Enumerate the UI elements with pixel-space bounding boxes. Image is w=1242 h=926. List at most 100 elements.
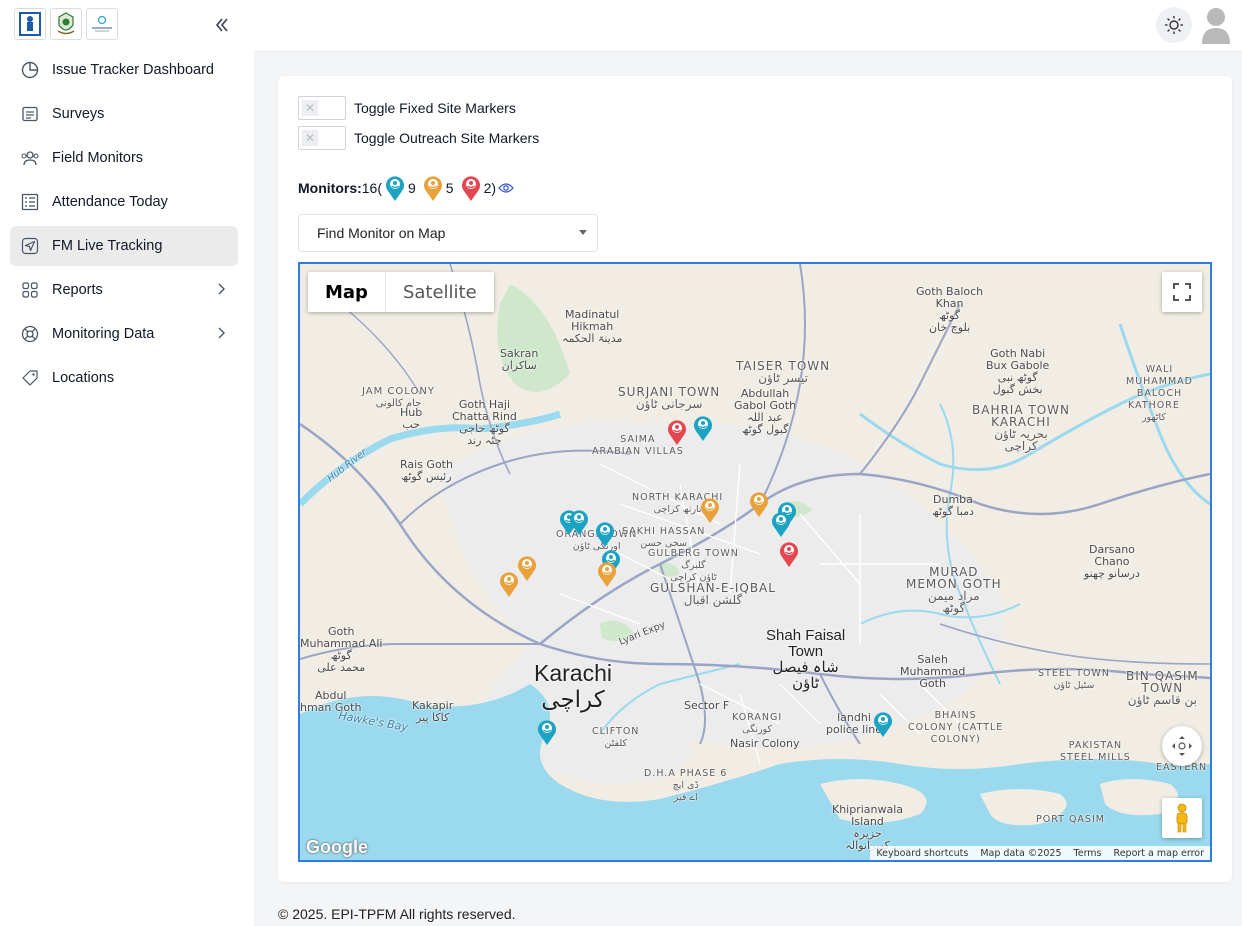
sidebar-item-label: Reports <box>52 282 103 298</box>
map-pin-orange[interactable] <box>699 496 721 524</box>
map-label-sakran: Sakran ساکران <box>500 347 539 372</box>
street-view-pegman-button[interactable] <box>1162 798 1202 838</box>
map-label-kakapir: Kakapir کاکا پیر <box>412 699 454 724</box>
close-icon: ✕ <box>302 130 318 146</box>
footer-copyright: © 2025. EPI-TPFM All rights reserved. <box>278 906 516 922</box>
map-canvas[interactable]: Madinatul Hikmah مدینۃ الحکمہ Goth Baloch K… <box>298 262 1212 862</box>
sidebar-item-label: Surveys <box>52 106 105 122</box>
map-pin-teal[interactable] <box>872 710 894 738</box>
map-pin-orange[interactable] <box>596 560 618 588</box>
map-pin-teal[interactable] <box>692 414 714 442</box>
map-pin-teal[interactable] <box>536 718 558 746</box>
fixed-site-toggle-row: ✕ Toggle Fixed Site Markers <box>298 96 516 120</box>
survey-list-icon <box>20 104 40 124</box>
monitors-summary: Monitors: 16( 9 5 2) <box>298 174 514 202</box>
theme-toggle-button[interactable] <box>1156 7 1192 43</box>
map-attribution-bar: Keyboard shortcuts Map data ©2025 Terms … <box>870 846 1210 860</box>
sidebar-item-issue-tracker-dashboard[interactable]: Issue Tracker Dashboard <box>10 50 238 90</box>
map-label-wali-muhammad-baloch: WALI MUHAMMAD BALOCH <box>1126 364 1193 399</box>
map-label-goth-nabi-bux-gabole: Goth Nabi Bux Gabole گوٹھ نبی بخش گبول <box>986 347 1050 396</box>
map-label-kathore: KATHORE کاٹھور <box>1128 400 1180 423</box>
sidebar-item-reports[interactable]: Reports <box>10 270 238 310</box>
fixed-site-markers-toggle[interactable]: ✕ <box>298 96 346 120</box>
report-map-error-link[interactable]: Report a map error <box>1114 848 1204 859</box>
map-label-dumba-goth: Dumba دمبا گوٹھ <box>932 493 974 518</box>
map-pin-teal[interactable] <box>594 520 616 548</box>
map-label-abdullah-gabol-goth: Abdullah Gabol Goth عبد اللہ گبول گوٹھ <box>734 387 797 436</box>
map-pin-teal[interactable] <box>568 508 590 536</box>
outreach-site-markers-toggle[interactable]: ✕ <box>298 126 346 150</box>
fixed-site-toggle-label: Toggle Fixed Site Markers <box>354 100 516 116</box>
map-label-karachi: Karachi کراچی <box>534 660 612 712</box>
sun-icon <box>1165 16 1183 34</box>
eye-icon[interactable] <box>498 182 514 194</box>
map-label-sakhi-hassan: SAKHI HASSAN سخی حسن <box>622 526 706 549</box>
sidebar-item-surveys[interactable]: Surveys <box>10 94 238 134</box>
map-label-nasir-colony: Nasir Colony <box>730 737 800 750</box>
checklist-icon <box>20 192 40 212</box>
red-monitor-count: 2) <box>483 180 497 196</box>
top-bar <box>254 0 1242 52</box>
chevron-down-icon <box>579 230 587 235</box>
map-data-text: Map data ©2025 <box>980 847 1062 859</box>
map-pin-red[interactable] <box>778 540 800 568</box>
teal-monitor-pin-icon <box>386 176 404 201</box>
map-label-dha-phase-6: D.H.A PHASE 6 ڈی ایچ اے فیز <box>644 768 728 803</box>
orange-monitor-pin-icon <box>423 176 442 201</box>
map-label-darsano-chano: Darsano Chano درسانو چھنو <box>1084 543 1140 580</box>
sidebar-item-fm-live-tracking[interactable]: FM Live Tracking <box>10 226 238 266</box>
map-label-shah-faisal-town: Shah Faisal Town شاہ فیصل ٹاؤن <box>766 627 846 692</box>
tag-icon <box>20 368 40 388</box>
map-pin-teal[interactable] <box>770 510 792 538</box>
logo-group <box>14 8 118 40</box>
map-label-bin-qasim-town: BIN QASIM TOWN بن قاسم ٹاؤن <box>1126 669 1199 707</box>
map-type-control: Map Satellite <box>308 272 494 312</box>
user-avatar-icon <box>1202 8 1230 44</box>
sidebar-item-monitoring-data[interactable]: Monitoring Data <box>10 314 238 354</box>
map-label-korangi: KORANGI کورنگی <box>732 712 783 735</box>
sidebar: Issue Tracker Dashboard Surveys Field Mo… <box>0 0 254 926</box>
map-label-bahria-town-karachi: BAHRIA TOWN KARACHI بحریہ ٹاؤن کراچی <box>972 403 1070 453</box>
collapse-sidebar-button[interactable] <box>210 14 234 36</box>
user-avatar[interactable] <box>1200 4 1232 44</box>
chevron-right-icon <box>218 327 225 339</box>
map-base-layer <box>300 264 1210 860</box>
map-pin-orange[interactable] <box>498 570 520 598</box>
map-label-murad-memon-goth: MURAD MEMON GOTH مراد میمن گوٹھ <box>906 565 1002 615</box>
sidebar-item-field-monitors[interactable]: Field Monitors <box>10 138 238 178</box>
map-label-port-qasim: PORT QASIM <box>1036 814 1105 825</box>
sidebar-item-attendance-today[interactable]: Attendance Today <box>10 182 238 222</box>
monitors-label: Monitors: <box>298 180 362 196</box>
red-monitor-pin-icon <box>461 176 480 201</box>
partner-logo <box>86 8 118 40</box>
fullscreen-icon <box>1173 283 1191 301</box>
google-logo: Google <box>306 837 368 857</box>
find-monitor-select[interactable]: Find Monitor on Map <box>298 214 598 252</box>
map-label-clifton: CLIFTON کلفٹن <box>592 726 640 749</box>
terms-link[interactable]: Terms <box>1074 848 1102 859</box>
fullscreen-button[interactable] <box>1162 272 1202 312</box>
map-type-map-button[interactable]: Map <box>308 272 386 312</box>
monitors-total: 16( <box>361 180 382 196</box>
sidebar-item-locations[interactable]: Locations <box>10 358 238 398</box>
navigation-icon <box>20 236 40 256</box>
outreach-site-toggle-label: Toggle Outreach Site Markers <box>354 130 540 146</box>
map-label-hub: Hub حب <box>400 406 423 431</box>
sidebar-item-label: Issue Tracker Dashboard <box>52 62 214 78</box>
move-arrows-icon <box>1172 736 1192 756</box>
live-tracking-card: ✕ Toggle Fixed Site Markers ✕ Toggle Out… <box>278 76 1232 882</box>
chevron-right-icon <box>218 283 225 295</box>
sidebar-item-label: Locations <box>52 370 115 386</box>
map-label-madinatul-hikmah: Madinatul Hikmah مدینۃ الحکمہ <box>562 308 623 345</box>
map-label-bhains-colony: BHAINS COLONY (CATTLE COLONY) <box>908 710 1004 745</box>
map-pin-orange[interactable] <box>748 490 770 518</box>
map-label-goth-baloch-khan: Goth Baloch Khan گوٹھ بلوچ خان <box>916 285 984 334</box>
close-icon: ✕ <box>302 100 318 116</box>
map-camera-control-button[interactable] <box>1162 726 1202 766</box>
map-label-steel-town: STEEL TOWN سٹیل ٹاؤن <box>1038 668 1110 691</box>
map-pin-red[interactable] <box>666 418 688 446</box>
map-type-satellite-button[interactable]: Satellite <box>386 272 494 312</box>
orange-monitor-count: 5 <box>445 180 454 196</box>
keyboard-shortcuts-link[interactable]: Keyboard shortcuts <box>876 848 968 859</box>
sidebar-nav: Issue Tracker Dashboard Surveys Field Mo… <box>10 50 238 402</box>
